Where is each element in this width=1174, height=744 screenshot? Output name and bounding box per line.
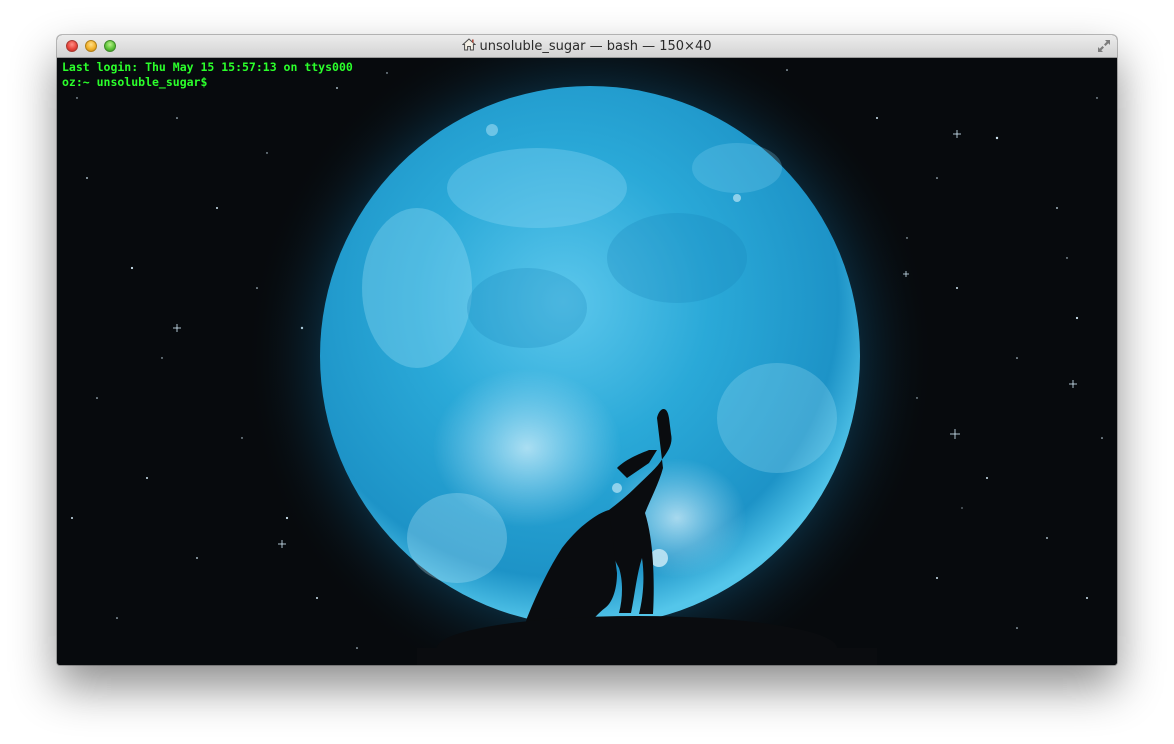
terminal-window: unsoluble_sugar — bash — 150×40 Last log…	[57, 35, 1117, 665]
terminal-output[interactable]: Last login: Thu May 15 15:57:13 on ttys0…	[62, 60, 353, 90]
home-icon	[462, 38, 477, 51]
wallpaper-moon-wolf	[57, 58, 1117, 665]
terminal-line-login: Last login: Thu May 15 15:57:13 on ttys0…	[62, 60, 353, 74]
fullscreen-arrows-icon[interactable]	[1097, 39, 1111, 53]
window-title: unsoluble_sugar — bash — 150×40	[57, 38, 1117, 54]
terminal-line-prompt: oz:~ unsoluble_sugar$	[62, 75, 208, 89]
title-bar[interactable]: unsoluble_sugar — bash — 150×40	[57, 35, 1117, 58]
terminal-content[interactable]: Last login: Thu May 15 15:57:13 on ttys0…	[57, 58, 1117, 665]
window-title-text: unsoluble_sugar — bash — 150×40	[479, 39, 712, 54]
